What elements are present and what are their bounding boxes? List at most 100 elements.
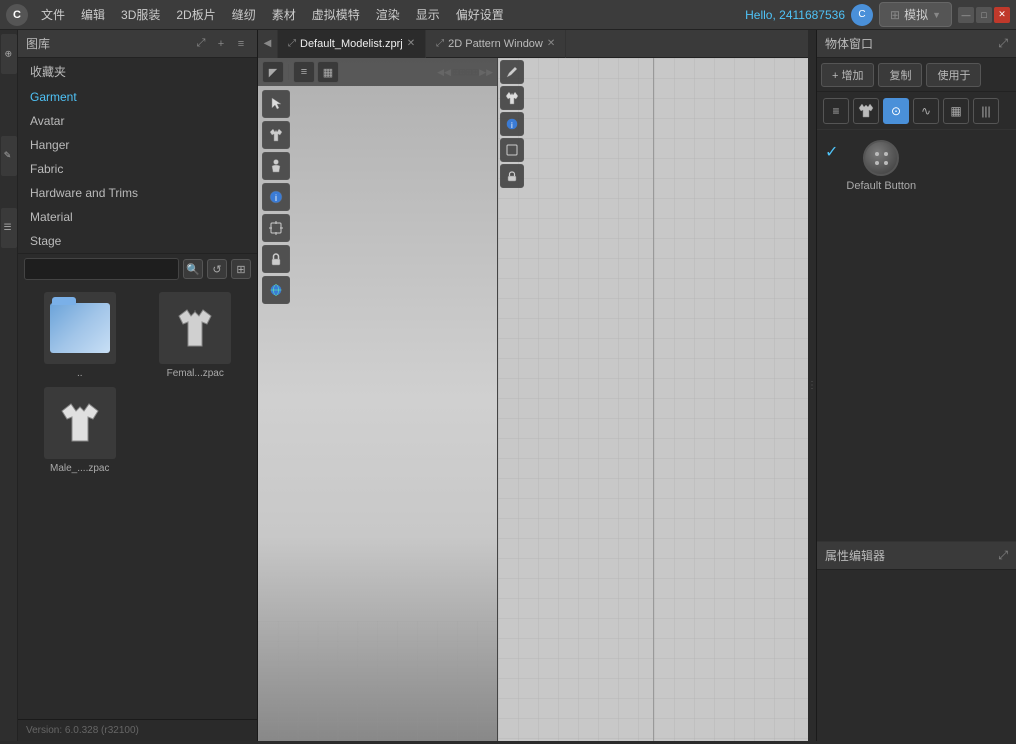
tool-garment-3d[interactable]: [262, 121, 290, 149]
grid-floor-3d: [258, 621, 497, 741]
tab-close-modelist[interactable]: ✕: [407, 38, 415, 49]
menu-render[interactable]: 渲染: [369, 3, 407, 26]
maximize-button[interactable]: □: [976, 7, 992, 23]
tool-2d-info[interactable]: i: [500, 112, 524, 136]
nav-hardware-trims[interactable]: Hardware and Trims: [18, 181, 257, 205]
search-input[interactable]: [24, 258, 179, 280]
view-3d-content: i: [258, 86, 497, 741]
list-item[interactable]: Femal...zpac: [142, 292, 250, 379]
view-areas: ◤ ≡ ▦ ◀◀ ⊞⊞⊞⊞ ▶▶: [258, 58, 808, 741]
simulate-label: 模拟: [904, 6, 928, 23]
menu-preferences[interactable]: 偏好设置: [449, 3, 511, 26]
nav-stage[interactable]: Stage: [18, 229, 257, 253]
panel-handle[interactable]: ⋮: [808, 30, 816, 741]
obj-icon-button[interactable]: ⊙: [883, 98, 909, 124]
menu-display[interactable]: 显示: [409, 3, 447, 26]
app-logo: C: [6, 4, 28, 26]
file-thumb-tshirt-female: [159, 292, 231, 364]
view-3d: ◤ ≡ ▦ ◀◀ ⊞⊞⊞⊞ ▶▶: [258, 58, 498, 741]
object-item-button[interactable]: Default Button: [846, 140, 916, 192]
object-window-title: 物体窗口: [825, 35, 873, 52]
tool-2d-garment[interactable]: [500, 86, 524, 110]
list-item[interactable]: Male_....zpac: [26, 387, 134, 474]
window-controls: — □ ✕: [958, 7, 1010, 23]
library-title: 图库: [26, 35, 50, 52]
tool-lock-3d[interactable]: [262, 245, 290, 273]
left-icon-1[interactable]: ✎: [1, 136, 17, 176]
refresh-icon-button[interactable]: ↺: [207, 259, 227, 279]
search-icon-button[interactable]: 🔍: [183, 259, 203, 279]
obj-icon-wave[interactable]: ∿: [913, 98, 939, 124]
close-button[interactable]: ✕: [994, 7, 1010, 23]
tab-label-2d: 2D Pattern Window: [448, 38, 543, 50]
attr-editor-header: 属性编辑器 ⤢: [817, 542, 1016, 570]
button-dots: [875, 152, 888, 165]
button-dot-2: [884, 152, 888, 156]
tool-2d-lock[interactable]: [500, 164, 524, 188]
button-circle-icon: [863, 140, 899, 176]
tool-move-3d[interactable]: [262, 214, 290, 242]
object-check-icon: ✓: [825, 142, 838, 162]
simulate-button[interactable]: ⊞ 模拟 ▼: [879, 2, 952, 27]
tool-select-3d[interactable]: [262, 90, 290, 118]
list-item[interactable]: ..: [26, 292, 134, 379]
obj-icon-garment[interactable]: [853, 98, 879, 124]
left-icon-2[interactable]: ☰: [1, 208, 17, 248]
use-button[interactable]: 使用于: [926, 63, 981, 87]
library-expand-icon[interactable]: ⤢: [193, 36, 209, 52]
menu-avatar[interactable]: 虚拟模特: [305, 3, 367, 26]
grid-2d-right: [654, 58, 809, 741]
object-window-expand-icon[interactable]: ⤢: [998, 36, 1008, 51]
nav-favorites[interactable]: 收藏夹: [18, 58, 257, 85]
library-header-icons: ⤢ + ≡: [193, 36, 249, 52]
toolbar-3d-btn-2[interactable]: ▦: [317, 61, 339, 83]
view-2d: i: [498, 58, 808, 741]
nav-hanger[interactable]: Hanger: [18, 133, 257, 157]
toolbar-3d-btn-1[interactable]: ≡: [293, 61, 315, 83]
library-search-bar: 🔍 ↺ ⊞: [18, 253, 257, 284]
obj-icon-grid[interactable]: ▦: [943, 98, 969, 124]
minimize-button[interactable]: —: [958, 7, 974, 23]
obj-icon-list[interactable]: ≡: [823, 98, 849, 124]
view-2d-panel-left: i: [498, 58, 654, 741]
attr-editor-expand-icon[interactable]: ⤢: [998, 548, 1008, 563]
nav-avatar[interactable]: Avatar: [18, 109, 257, 133]
left-icon-0[interactable]: ⊕: [1, 34, 17, 74]
library-menu-icon[interactable]: ≡: [233, 36, 249, 52]
tab-arrow-left[interactable]: ◀: [264, 38, 272, 49]
view-2d-panel-right: [654, 58, 809, 741]
tool-globe-3d[interactable]: [262, 276, 290, 304]
grid-view-icon-button[interactable]: ⊞: [231, 259, 251, 279]
tab-icon-2d: ⤢: [436, 38, 444, 49]
object-item-area: ✓ Default Button: [817, 130, 1016, 541]
tab-2d-pattern[interactable]: ⤢ 2D Pattern Window ✕: [426, 30, 566, 58]
object-item-label: Default Button: [846, 180, 916, 192]
add-button[interactable]: + 增加: [821, 63, 874, 87]
nav-material[interactable]: Material: [18, 205, 257, 229]
tab-close-2d[interactable]: ✕: [547, 38, 555, 49]
menu-edit[interactable]: 编辑: [74, 3, 112, 26]
menu-sewing[interactable]: 缝纫: [225, 3, 263, 26]
file-name: Male_....zpac: [50, 463, 109, 474]
obj-icon-bars[interactable]: |||: [973, 98, 999, 124]
nav-garment[interactable]: Garment: [18, 85, 257, 109]
menu-right-area: Hello, 2411687536 C ⊞ 模拟 ▼ — □ ✕: [745, 2, 1010, 27]
menu-user-text: Hello, 2411687536: [745, 8, 845, 22]
nav-fabric[interactable]: Fabric: [18, 157, 257, 181]
menu-3d-garment[interactable]: 3D服装: [114, 3, 167, 26]
menu-2d-pattern[interactable]: 2D板片: [169, 3, 222, 26]
object-window-header: 物体窗口 ⤢: [817, 30, 1016, 58]
file-thumb-tshirt-male: [44, 387, 116, 459]
tab-modelist[interactable]: ⤢ Default_Modelist.zprj ✕: [278, 30, 426, 58]
toolbar-3d-btn-0[interactable]: ◤: [262, 61, 284, 83]
file-thumb-folder: [44, 292, 116, 364]
menu-material[interactable]: 素材: [265, 3, 303, 26]
tool-avatar-3d[interactable]: [262, 152, 290, 180]
tool-2d-select[interactable]: [500, 138, 524, 162]
library-add-icon[interactable]: +: [213, 36, 229, 52]
version-bar: Version: 6.0.328 (r32100): [18, 719, 257, 741]
tool-2d-pen[interactable]: [500, 60, 524, 84]
tool-info-3d[interactable]: i: [262, 183, 290, 211]
copy-button[interactable]: 复制: [878, 63, 922, 87]
menu-file[interactable]: 文件: [34, 3, 72, 26]
